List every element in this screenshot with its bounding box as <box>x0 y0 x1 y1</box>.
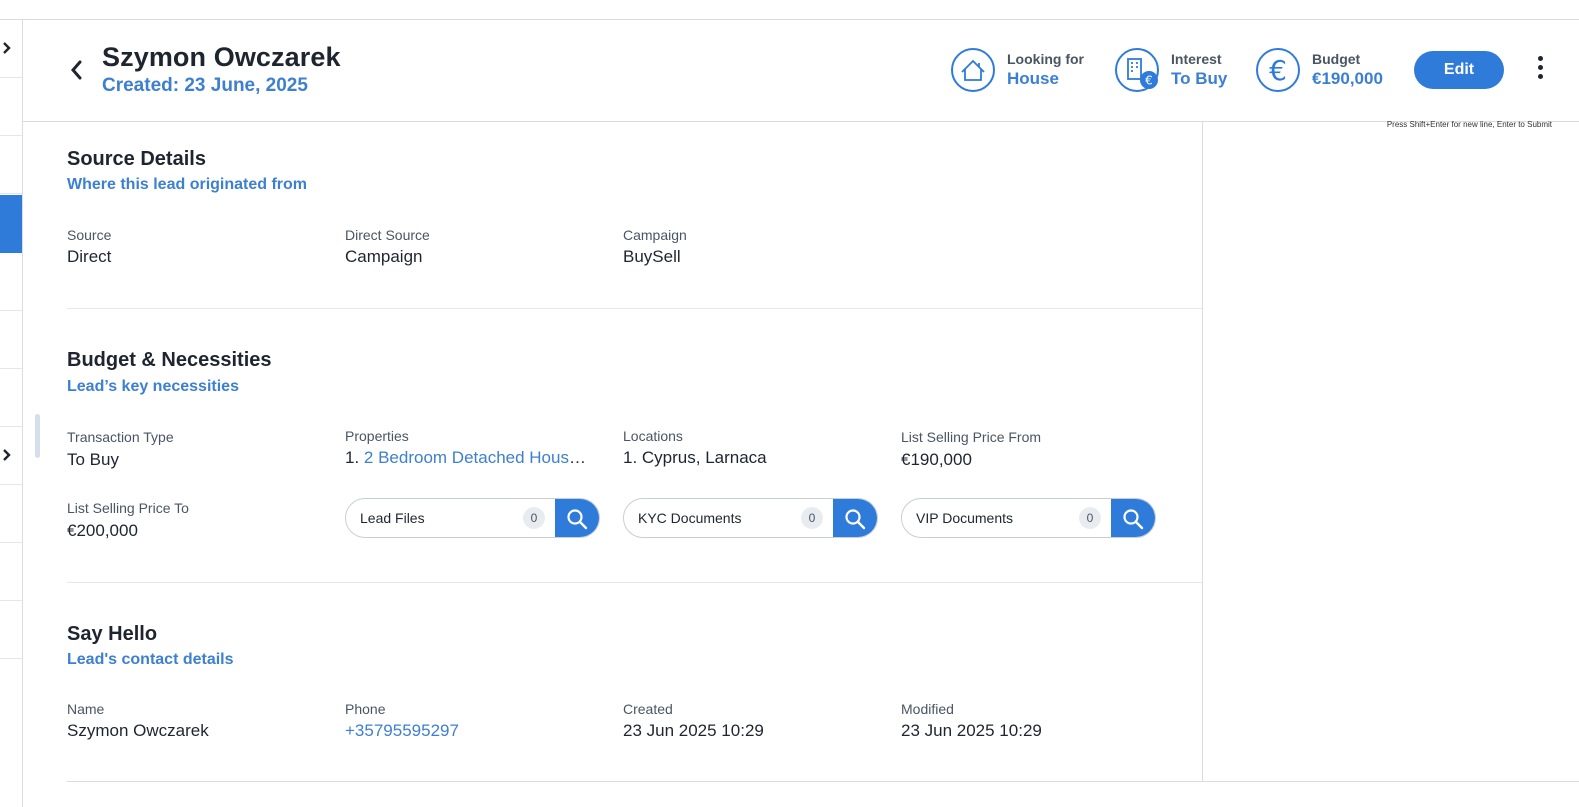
rail-cell[interactable] <box>0 485 22 543</box>
search-button[interactable] <box>555 499 599 537</box>
field-label-source: Source <box>67 227 112 243</box>
rail-cell[interactable] <box>0 543 22 601</box>
rail-cell[interactable] <box>0 369 22 427</box>
field-label-created: Created <box>623 701 673 717</box>
rail-cell[interactable] <box>0 253 22 311</box>
left-rail <box>0 20 23 807</box>
field-label-phone: Phone <box>345 701 386 717</box>
field-label-direct-source: Direct Source <box>345 227 430 243</box>
top-bar <box>0 0 1579 20</box>
field-value-properties: 1. 2 Bedroom Detached House in Larnaca <box>345 448 595 468</box>
euro-icon: € <box>1256 48 1300 92</box>
stat-value: To Buy <box>1171 69 1228 88</box>
field-value-campaign: BuySell <box>623 247 681 266</box>
field-value-name: Szymon Owczarek <box>67 721 209 740</box>
right-panel <box>1202 122 1579 782</box>
rail-cell[interactable] <box>0 136 22 194</box>
doc-label: KYC Documents <box>638 510 742 526</box>
field-label-campaign: Campaign <box>623 227 687 243</box>
kyc-documents-field[interactable]: KYC Documents 0 <box>623 498 878 538</box>
field-label-transaction-type: Transaction Type <box>67 429 174 445</box>
lead-header: Szymon Owczarek Created: 23 June, 2025 L… <box>23 20 1579 122</box>
field-value-source: Direct <box>67 247 112 266</box>
property-link[interactable]: 2 Bedroom Detached House in Larnaca <box>364 448 595 467</box>
field-value-transaction-type: To Buy <box>67 450 119 469</box>
stat-value: House <box>1007 69 1059 88</box>
lead-created-date: Created: 23 June, 2025 <box>102 75 308 96</box>
svg-text:€: € <box>1269 54 1287 87</box>
field-value-modified: 23 Jun 2025 10:29 <box>901 721 1042 740</box>
section-subtitle-source: Where this lead originated from <box>67 176 308 193</box>
section-subtitle-budget: Lead’s key necessities <box>67 378 239 395</box>
doc-label: Lead Files <box>360 510 425 526</box>
field-label-price-to: List Selling Price To <box>67 500 189 516</box>
rail-item-active[interactable] <box>0 195 22 253</box>
house-icon <box>951 48 995 92</box>
doc-count-badge: 0 <box>1079 507 1101 529</box>
phone-link[interactable]: +35795595297 <box>345 721 459 741</box>
section-divider <box>67 582 1202 583</box>
section-title-source: Source Details <box>67 148 206 170</box>
rail-cell[interactable] <box>0 311 22 369</box>
doc-count-badge: 0 <box>801 507 823 529</box>
section-title-budget: Budget & Necessities <box>67 349 272 371</box>
doc-label: VIP Documents <box>916 510 1014 526</box>
section-subtitle-hello: Lead's contact details <box>67 651 234 668</box>
vip-documents-field[interactable]: VIP Documents 0 <box>901 498 1156 538</box>
field-label-name: Name <box>67 701 105 717</box>
search-icon <box>1123 509 1144 530</box>
field-value-created: 23 Jun 2025 10:29 <box>623 721 764 740</box>
input-hint: Press Shift+Enter for new line, Enter to… <box>1386 120 1552 129</box>
svg-text:€: € <box>1145 74 1153 88</box>
field-value-price-from: €190,000 <box>901 450 972 469</box>
field-label-locations: Locations <box>623 428 683 444</box>
field-label-modified: Modified <box>901 701 954 717</box>
field-value-locations: 1. Cyprus, Larnaca <box>623 448 767 467</box>
field-label-properties: Properties <box>345 428 409 444</box>
doc-count-badge: 0 <box>523 507 545 529</box>
search-button[interactable] <box>1111 499 1155 537</box>
search-icon <box>567 509 588 530</box>
search-icon <box>845 509 866 530</box>
edit-button[interactable]: Edit <box>1414 51 1504 89</box>
lead-files-field[interactable]: Lead Files 0 <box>345 498 600 538</box>
section-title-hello: Say Hello <box>67 623 158 645</box>
rail-cell[interactable] <box>0 601 22 659</box>
chevron-right-icon[interactable] <box>1 448 13 462</box>
section-divider <box>67 308 1202 309</box>
field-value-direct-source: Campaign <box>345 247 423 266</box>
lead-name: Szymon Owczarek <box>102 42 341 72</box>
field-label-price-from: List Selling Price From <box>901 429 1042 445</box>
resize-handle[interactable] <box>35 414 40 458</box>
back-arrow-icon[interactable] <box>67 58 87 82</box>
field-value-price-to: €200,000 <box>67 521 138 540</box>
building-euro-icon: € <box>1115 48 1159 92</box>
section-divider <box>67 781 1579 782</box>
more-options-icon[interactable] <box>1532 56 1548 84</box>
stat-value: €190,000 <box>1312 69 1383 88</box>
chevron-right-icon[interactable] <box>1 41 13 55</box>
search-button[interactable] <box>833 499 877 537</box>
stat-label: Budget <box>1312 51 1361 67</box>
rail-cell[interactable] <box>0 78 22 136</box>
stat-label: Interest <box>1171 51 1222 67</box>
stat-label: Looking for <box>1007 51 1084 67</box>
